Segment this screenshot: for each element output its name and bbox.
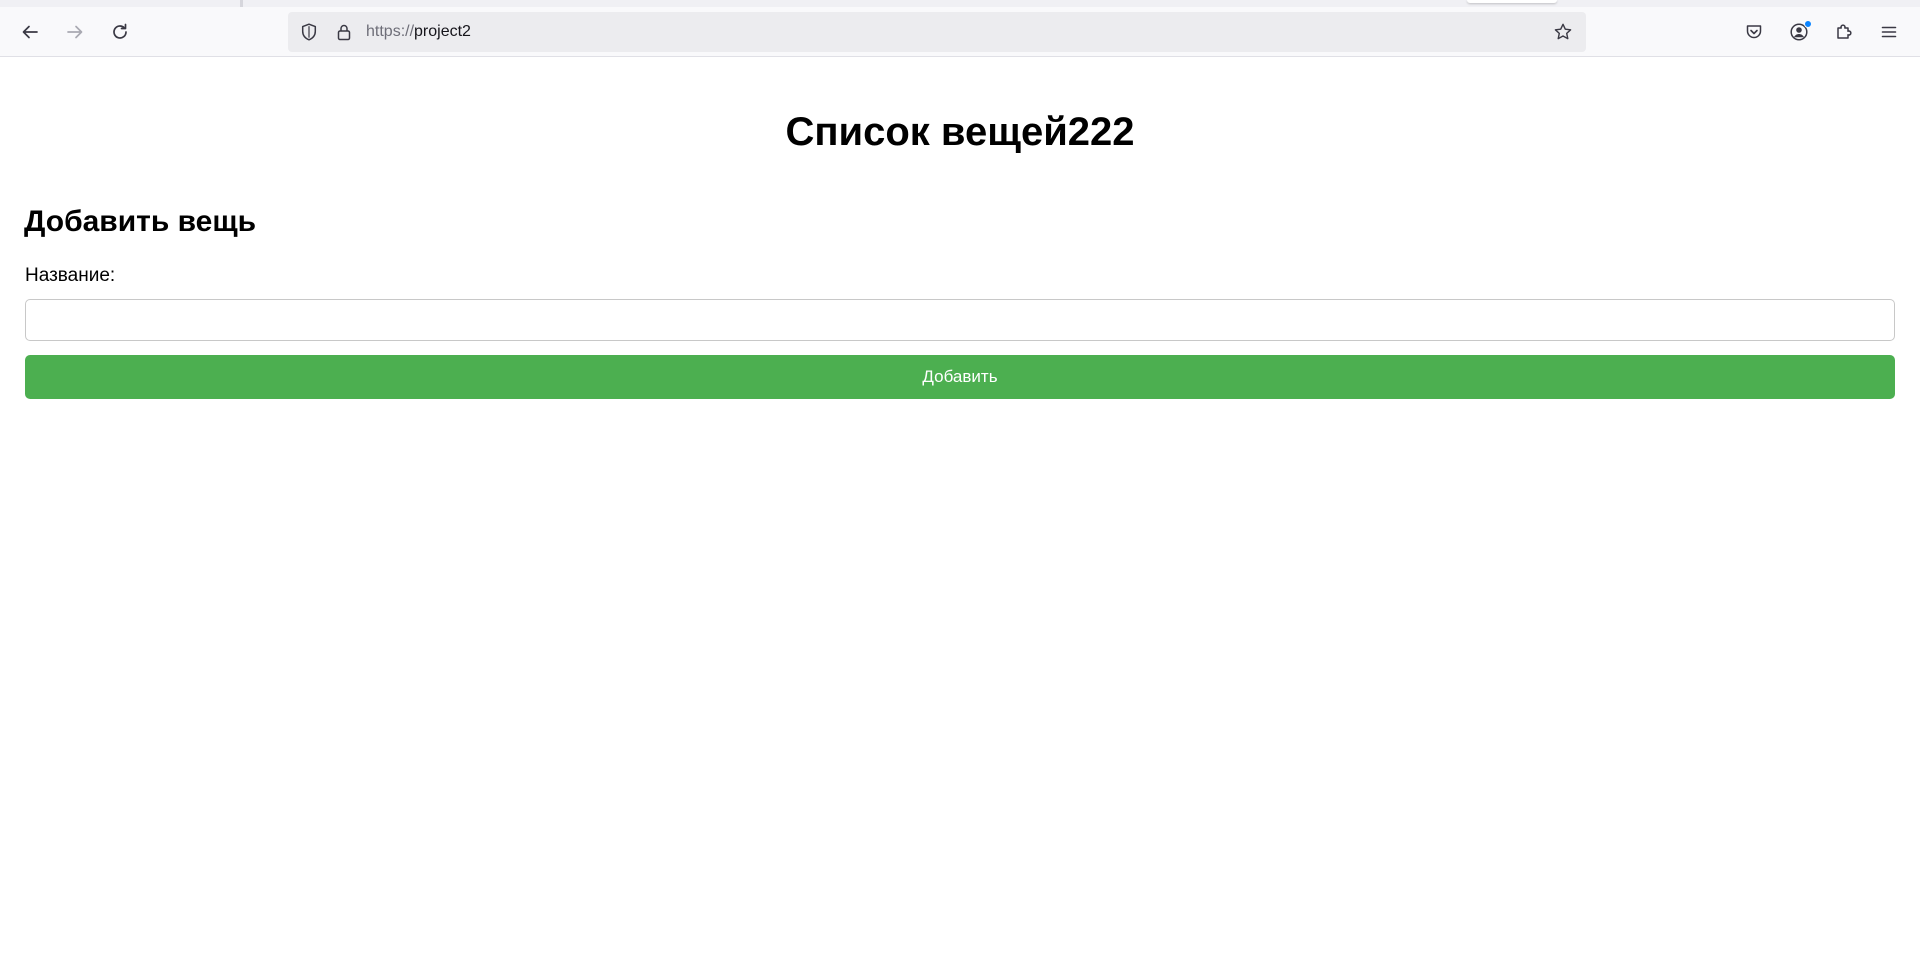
hamburger-menu-icon [1881,26,1897,38]
add-item-heading: Добавить вещь [24,205,257,238]
url-host: project2 [414,23,471,40]
star-icon [1554,23,1572,40]
puzzle-icon [1837,24,1852,39]
add-button[interactable]: Добавить [25,355,1895,399]
notification-dot [1804,20,1812,28]
pocket-button[interactable] [1737,15,1771,49]
forward-button[interactable] [58,15,92,49]
browser-toolbar: https://project2 [0,7,1920,57]
back-arrow-icon [22,25,38,39]
tab-chip [1467,0,1557,3]
back-button[interactable] [13,15,47,49]
pocket-icon [1746,25,1762,39]
lock-icon[interactable] [334,22,354,42]
url-bar[interactable]: https://project2 [288,12,1586,52]
app-menu-button[interactable] [1872,15,1906,49]
name-input[interactable] [25,299,1895,341]
reload-button[interactable] [103,15,137,49]
shield-icon[interactable] [299,22,319,42]
name-label: Название: [25,265,116,286]
url-text[interactable]: https://project2 [366,12,471,52]
tab-strip [0,0,1920,7]
url-scheme: https:// [366,23,415,40]
page-content: Список вещей222 Добавить вещь Название: … [0,58,1920,980]
extensions-button[interactable] [1827,15,1861,49]
forward-arrow-icon [67,25,83,39]
reload-icon [113,23,127,39]
page-title: Список вещей222 [785,110,1135,154]
account-button[interactable] [1782,15,1816,49]
tab-edge [240,0,243,7]
bookmark-button[interactable] [1546,15,1580,49]
